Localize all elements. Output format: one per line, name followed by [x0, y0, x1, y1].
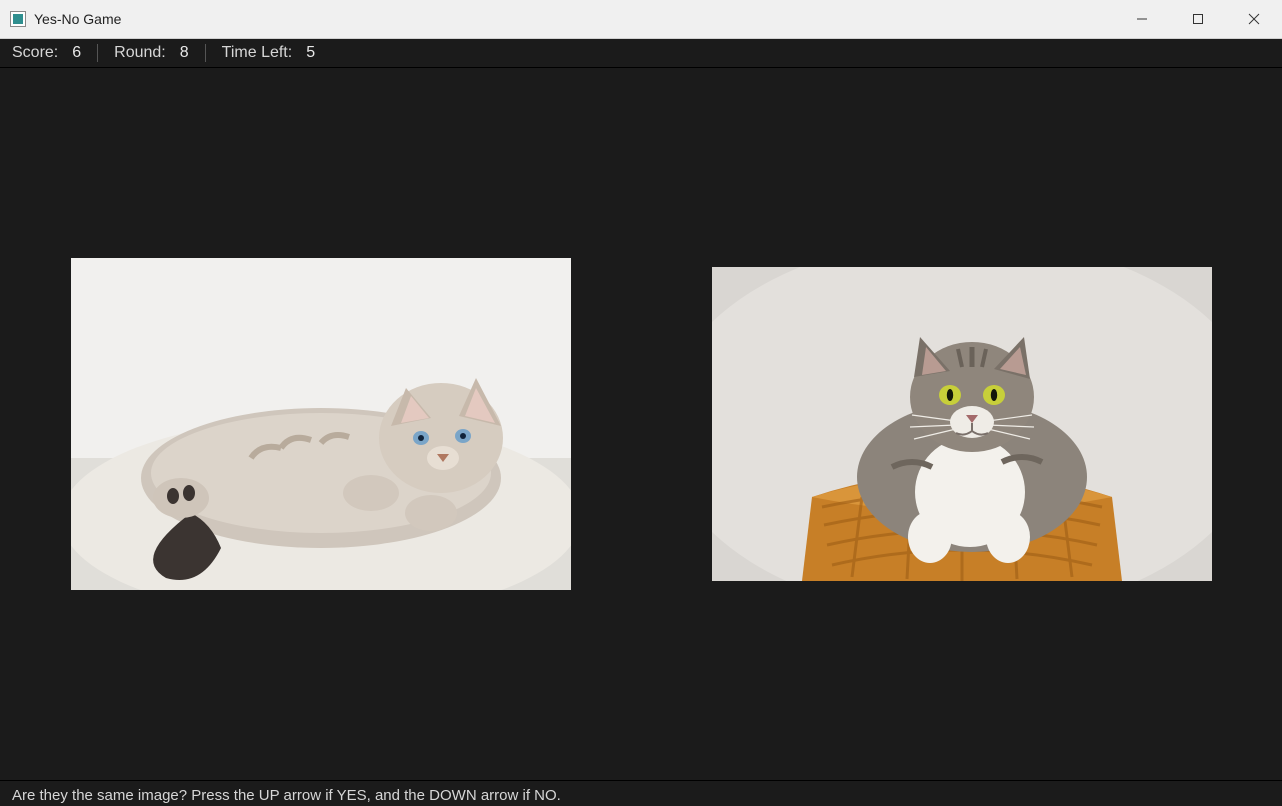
time-left-value: 5: [306, 44, 315, 62]
maximize-button[interactable]: [1170, 0, 1226, 38]
titlebar-left: Yes-No Game: [0, 11, 121, 27]
separator: [97, 44, 98, 62]
close-button[interactable]: [1226, 0, 1282, 38]
window-titlebar: Yes-No Game: [0, 0, 1282, 39]
right-image: [712, 267, 1212, 581]
score-group: Score: 6: [12, 44, 81, 62]
status-bar: Score: 6 Round: 8 Time Left: 5: [0, 39, 1282, 68]
game-area: [0, 68, 1282, 780]
time-group: Time Left: 5: [222, 44, 315, 62]
left-image-slot: [71, 258, 571, 590]
instruction-text: Are they the same image? Press the UP ar…: [12, 787, 561, 804]
minimize-button[interactable]: [1114, 0, 1170, 38]
round-label: Round:: [114, 44, 166, 62]
instruction-bar: Are they the same image? Press the UP ar…: [0, 780, 1282, 806]
window-controls: [1114, 0, 1282, 38]
score-label: Score:: [12, 44, 58, 62]
round-value: 8: [180, 44, 189, 62]
left-image: [71, 258, 571, 590]
time-left-label: Time Left:: [222, 44, 293, 62]
app-icon: [10, 11, 26, 27]
round-group: Round: 8: [114, 44, 189, 62]
right-image-slot: [712, 267, 1212, 581]
window-title: Yes-No Game: [34, 11, 121, 27]
score-value: 6: [72, 44, 81, 62]
separator: [205, 44, 206, 62]
